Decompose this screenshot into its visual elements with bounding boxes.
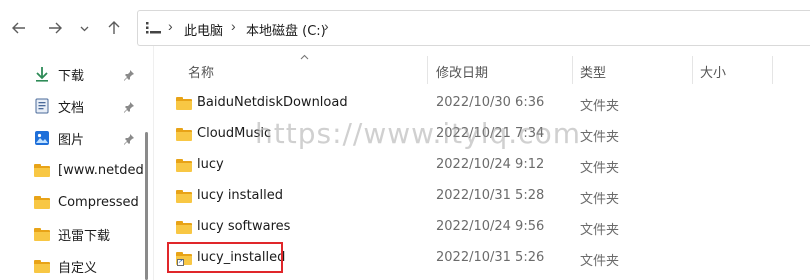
column-header-type[interactable]: 类型 (580, 62, 606, 81)
file-modified: 2022/10/21 7:34 (436, 126, 545, 141)
pane-divider (153, 46, 154, 280)
file-row[interactable]: lucy installed 2022/10/31 5:28 文件夹 (170, 181, 810, 211)
column-divider[interactable] (692, 56, 693, 84)
folder-icon (34, 258, 50, 274)
file-type: 文件夹 (580, 99, 620, 114)
arrow-up-icon (108, 21, 120, 34)
sidebar-item-compressed[interactable]: Compressed (34, 189, 139, 215)
folder-icon (176, 128, 192, 141)
file-modified: 2022/10/31 5:26 (436, 250, 545, 265)
column-header-modified[interactable]: 修改日期 (436, 62, 488, 81)
folder-icon (34, 226, 50, 242)
sidebar-item-label: 下载 (58, 68, 85, 84)
sidebar-item-label: 图片 (58, 132, 85, 148)
file-row[interactable]: BaiduNetdiskDownload 2022/10/30 6:36 文件夹 (170, 88, 810, 118)
column-divider[interactable] (772, 56, 773, 84)
folder-icon (176, 159, 192, 172)
sidebar-item-label: 迅雷下载 (58, 228, 111, 244)
file-modified: 2022/10/24 9:12 (436, 157, 545, 172)
file-row[interactable]: lucy 2022/10/24 9:12 文件夹 (170, 150, 810, 180)
file-name: lucy (197, 157, 224, 172)
folder-icon (176, 221, 192, 234)
sidebar-scrollbar[interactable] (145, 132, 148, 280)
sidebar-item-downloads[interactable]: 下载 (34, 61, 84, 87)
arrow-right-icon (49, 22, 62, 34)
file-name: lucy installed (197, 188, 283, 203)
column-header-name[interactable]: 名称 (188, 62, 214, 81)
column-divider[interactable] (427, 56, 428, 84)
folder-icon (176, 190, 192, 203)
sidebar-item-label: 自定义 (58, 260, 98, 276)
address-bar[interactable]: › 此电脑 › 本地磁盘 (C:) › (137, 10, 810, 46)
sort-ascending-icon (300, 52, 309, 63)
file-type: 文件夹 (580, 223, 620, 238)
file-type: 文件夹 (580, 161, 620, 176)
sidebar-item-thunder-downloads[interactable]: 迅雷下载 (34, 221, 110, 247)
arrow-left-icon (12, 22, 25, 34)
file-modified: 2022/10/31 5:28 (436, 188, 545, 203)
download-icon (34, 66, 50, 82)
column-header-size[interactable]: 大小 (700, 62, 726, 81)
breadcrumb-this-pc[interactable]: 此电脑 (184, 20, 223, 39)
file-type: 文件夹 (580, 254, 620, 269)
chevron-down-icon (80, 26, 88, 31)
sidebar-item-netded[interactable]: [www.netded. (34, 157, 148, 183)
sidebar-item-custom[interactable]: 自定义 (34, 253, 97, 279)
file-name: lucy softwares (197, 219, 291, 234)
breadcrumb-separator: › (168, 18, 173, 34)
file-name: CloudMusic (197, 126, 272, 141)
folder-icon (34, 194, 50, 210)
breadcrumb-separator: › (231, 18, 236, 34)
back-button[interactable] (8, 14, 30, 42)
sidebar-item-documents[interactable]: 文档 (34, 93, 84, 119)
file-row[interactable]: CloudMusic 2022/10/21 7:34 文件夹 (170, 119, 810, 149)
up-button[interactable] (103, 14, 125, 42)
this-pc-icon (146, 21, 162, 40)
file-modified: 2022/10/24 9:56 (436, 219, 545, 234)
pin-icon (122, 100, 136, 114)
breadcrumb-separator: › (324, 18, 329, 34)
pin-icon (122, 68, 136, 82)
sidebar-item-label: 文档 (58, 100, 85, 116)
column-divider[interactable] (572, 56, 573, 84)
pin-icon (122, 132, 136, 146)
file-type: 文件夹 (580, 130, 620, 145)
sidebar-item-label: Compressed (58, 194, 139, 210)
document-icon (34, 98, 50, 114)
picture-icon (34, 130, 50, 146)
recent-locations-button[interactable] (76, 14, 92, 42)
breadcrumb-local-disk-c[interactable]: 本地磁盘 (C:) (246, 20, 326, 39)
file-modified: 2022/10/30 6:36 (436, 95, 545, 110)
sidebar-item-pictures[interactable]: 图片 (34, 125, 84, 151)
folder-icon (34, 162, 50, 178)
file-name: BaiduNetdiskDownload (197, 95, 348, 110)
navigation-pane: 下载 文档 图片 [www.netded. Compressed 迅雷下载 自定… (0, 46, 150, 280)
file-type: 文件夹 (580, 192, 620, 207)
file-row[interactable]: lucy softwares 2022/10/24 9:56 文件夹 (170, 212, 810, 242)
highlight-box (167, 242, 283, 273)
forward-button[interactable] (44, 14, 66, 42)
folder-icon (176, 97, 192, 110)
sidebar-item-label: [www.netded. (58, 162, 148, 178)
